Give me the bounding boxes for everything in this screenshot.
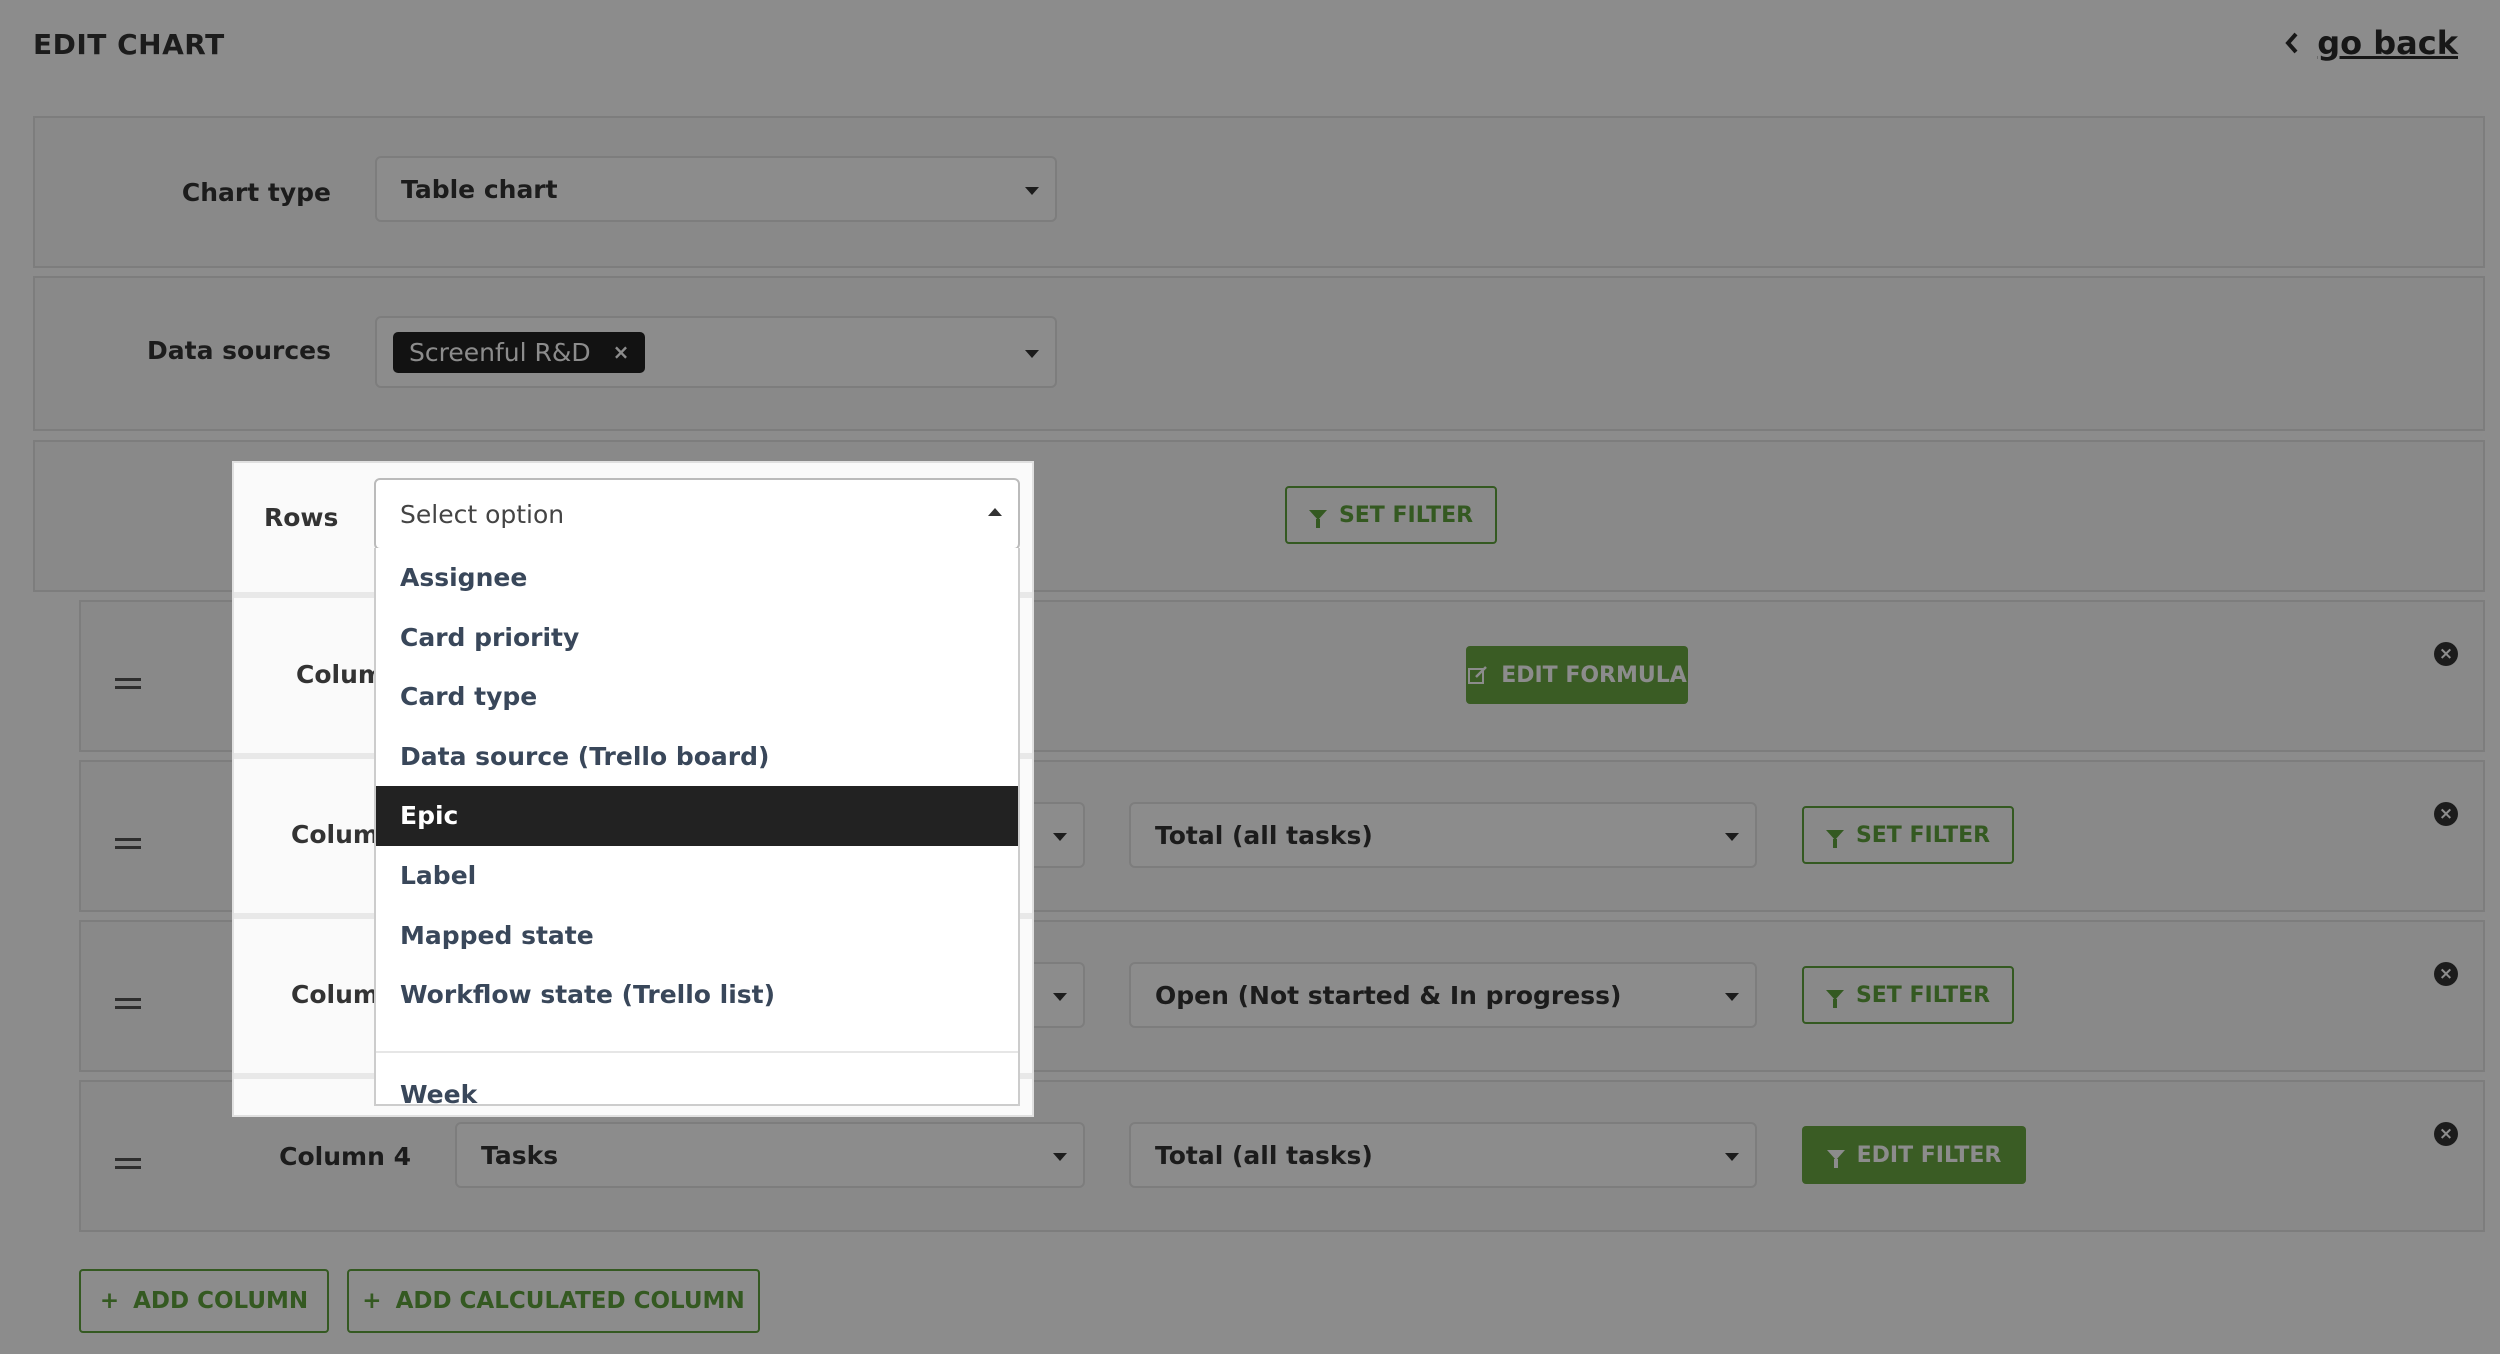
option-epic[interactable]: Epic [376, 786, 1018, 846]
option-week[interactable]: Week [376, 1065, 1018, 1104]
column-2-label: Colum [291, 820, 379, 849]
chevron-up-icon [988, 508, 1002, 516]
option-mapped-state[interactable]: Mapped state [376, 906, 1018, 966]
column-3-label: Colum [291, 980, 379, 1009]
option-data-source[interactable]: Data source (Trello board) [376, 727, 1018, 787]
option-card-type[interactable]: Card type [376, 667, 1018, 727]
option-card-priority[interactable]: Card priority [376, 608, 1018, 668]
rows-label: Rows [264, 503, 339, 532]
rows-select-placeholder: Select option [400, 499, 565, 529]
option-label[interactable]: Label [376, 846, 1018, 906]
option-workflow-state[interactable]: Workflow state (Trello list) [376, 965, 1018, 1025]
dropdown-divider [376, 1050, 1018, 1053]
rows-select[interactable]: Select option [374, 478, 1020, 550]
rows-dropdown-list: Assignee Card priority Card type Data so… [374, 548, 1020, 1106]
option-assignee[interactable]: Assignee [376, 548, 1018, 608]
column-1-label: Colum [296, 660, 384, 689]
